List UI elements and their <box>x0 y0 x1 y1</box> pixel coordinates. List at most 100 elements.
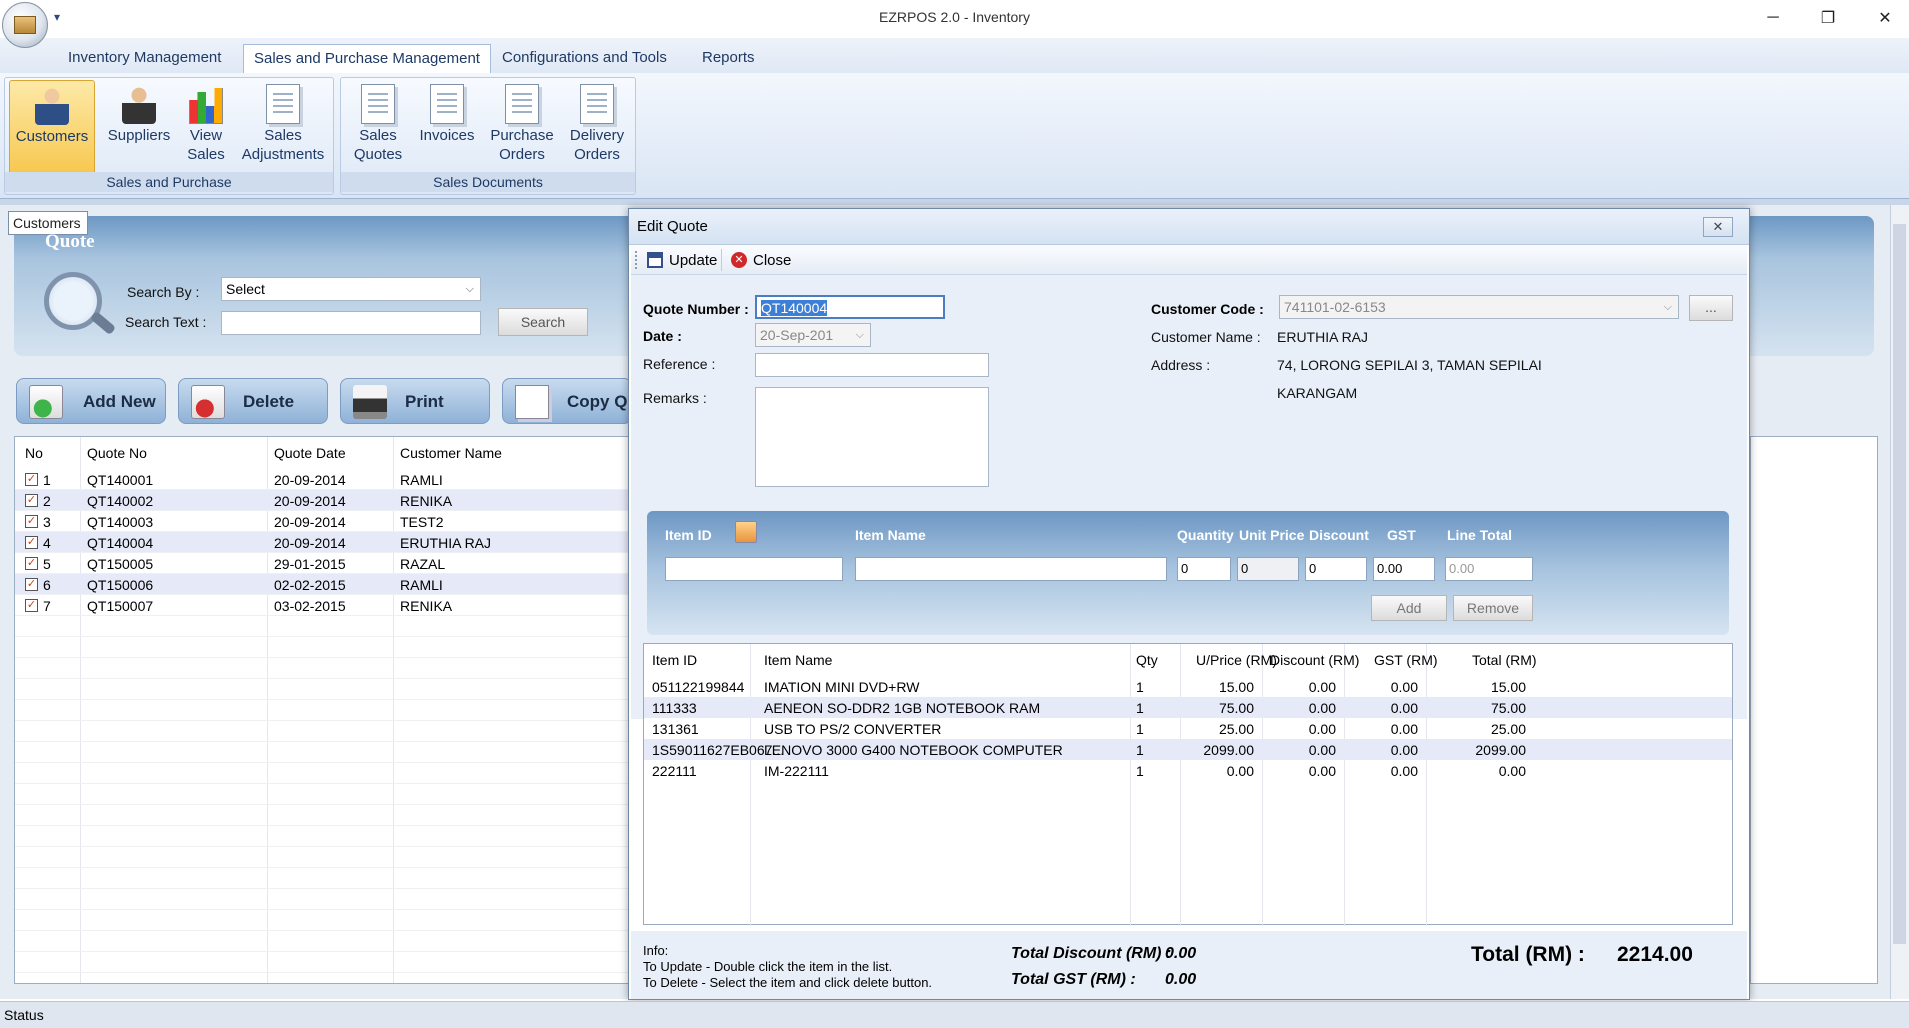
table-row[interactable]: ✓ 5 QT150005 29-01-2015 RAZAL <box>15 553 629 574</box>
delete-button[interactable]: Delete <box>178 378 328 424</box>
item-entry-panel: Item ID Item Name Quantity Unit Price Di… <box>647 511 1729 635</box>
item-row[interactable]: 111333 AENEON SO-DDR2 1GB NOTEBOOK RAM 1 75… <box>644 697 1732 718</box>
remove-item-button[interactable]: Remove <box>1453 595 1533 621</box>
row-checkbox[interactable]: ✓ <box>25 536 38 549</box>
header-total[interactable]: Total (RM) <box>1472 652 1537 668</box>
header-gst[interactable]: GST (RM) <box>1374 652 1438 668</box>
dialog-close-icon[interactable]: ✕ <box>1703 217 1733 237</box>
header-no[interactable]: No <box>25 445 43 461</box>
qty-cell: 1 <box>1136 721 1144 737</box>
row-checkbox[interactable]: ✓ <box>25 557 38 570</box>
purchase-orders-button[interactable]: Purchase Orders <box>485 80 559 174</box>
quote-number-input[interactable]: QT140004 <box>755 295 945 319</box>
item-row[interactable]: 051122199844 IMATION MINI DVD+RW 1 15.00 0.0… <box>644 676 1732 697</box>
header-item-id[interactable]: Item ID <box>652 652 697 668</box>
table-row[interactable]: ✓ 6 QT150006 02-02-2015 RAMLI <box>15 574 629 595</box>
item-row[interactable]: 131361 USB TO PS/2 CONVERTER 1 25.00 0.00 0.0… <box>644 718 1732 739</box>
header-unit-price[interactable]: U/Price (RM) <box>1196 652 1277 668</box>
qty-cell: 1 <box>1136 679 1144 695</box>
window-title: EZRPOS 2.0 - Inventory <box>879 9 1030 25</box>
total-gst-label: Total GST (RM) : <box>1011 971 1136 988</box>
header-customer-name[interactable]: Customer Name <box>400 445 502 461</box>
edit-quote-dialog: Edit Quote ✕ Update ✕ Close Quote Number… <box>628 208 1750 1000</box>
tab-sales-and-purchase-management[interactable]: Sales and Purchase Management <box>243 44 491 74</box>
gst-cell: 0.00 <box>1390 700 1418 716</box>
tab-inventory-management[interactable]: Inventory Management <box>58 44 231 74</box>
add-item-button[interactable]: Add <box>1371 595 1447 621</box>
row-checkbox[interactable]: ✓ <box>25 473 38 486</box>
row-no: 5 <box>43 556 51 572</box>
browse-customer-button[interactable]: ... <box>1689 295 1733 321</box>
table-row[interactable]: ✓ 2 QT140002 20-09-2014 RENIKA <box>15 490 629 511</box>
gst-input[interactable]: 0.00 <box>1373 557 1435 581</box>
close-button[interactable]: ✕ Close <box>731 249 791 271</box>
invoices-button[interactable]: Invoices <box>413 80 481 174</box>
header-quote-no[interactable]: Quote No <box>87 445 147 461</box>
suppliers-button[interactable]: Suppliers <box>101 80 177 174</box>
search-text-input[interactable] <box>221 311 481 335</box>
total-cell: 0.00 <box>1498 763 1526 779</box>
chevron-down-icon: ⌵ <box>465 283 474 295</box>
printer-icon <box>353 385 387 419</box>
restore-button[interactable]: ❐ <box>1805 0 1851 36</box>
remarks-textarea[interactable] <box>755 387 989 487</box>
add-new-button[interactable]: Add New <box>16 378 166 424</box>
print-button[interactable]: Print <box>340 378 490 424</box>
quantity-input[interactable]: 0 <box>1177 557 1231 581</box>
item-lookup-icon[interactable] <box>735 521 757 543</box>
row-quote-no: QT150007 <box>87 598 154 614</box>
copy-quote-button[interactable]: Copy Qu <box>502 378 632 424</box>
save-disk-icon <box>647 252 663 268</box>
header-item-name[interactable]: Item Name <box>764 652 832 668</box>
row-quote-date: 03-02-2015 <box>274 598 346 614</box>
scrollbar-thumb[interactable] <box>1893 224 1906 944</box>
quote-items-list[interactable]: Item ID Item Name Qty U/Price (RM) Disco… <box>643 643 1733 926</box>
customers-button[interactable]: Customers <box>9 80 95 174</box>
close-window-button[interactable]: ✕ <box>1862 0 1908 36</box>
item-id-input[interactable] <box>665 557 843 581</box>
quote-list[interactable]: No Quote No Quote Date Customer Name ✓ 1 Q… <box>14 436 630 984</box>
reference-input[interactable] <box>755 353 989 377</box>
delivery-orders-button[interactable]: Delivery Orders <box>561 80 633 174</box>
row-checkbox[interactable]: ✓ <box>25 515 38 528</box>
header-quote-date[interactable]: Quote Date <box>274 445 346 461</box>
app-menu-button[interactable] <box>2 2 48 48</box>
search-by-select[interactable]: Select ⌵ <box>221 277 481 301</box>
item-name-cell: LENOVO 3000 G400 NOTEBOOK COMPUTER <box>764 742 1063 758</box>
row-customer-name: RENIKA <box>400 598 453 614</box>
adjustments-document-icon <box>266 84 300 124</box>
gst-cell: 0.00 <box>1390 721 1418 737</box>
tab-configurations-and-tools[interactable]: Configurations and Tools <box>492 44 677 74</box>
unit-price-label: Unit Price <box>1239 527 1305 543</box>
table-row[interactable]: ✓ 7 QT150007 03-02-2015 RENIKA <box>15 595 629 616</box>
customer-code-select[interactable]: 741101-02-6153 ⌵ <box>1279 295 1679 319</box>
item-row[interactable]: 1S59011627EB067... LENOVO 3000 G400 NOTEB… <box>644 739 1732 760</box>
copy-icon <box>515 385 549 419</box>
minimize-button[interactable]: ─ <box>1750 0 1796 36</box>
item-row[interactable]: 222111 IM-222111 1 0.00 0.00 0.00 0.00 <box>644 760 1732 781</box>
row-customer-name: TEST2 <box>400 514 444 530</box>
row-checkbox[interactable]: ✓ <box>25 494 38 507</box>
table-row[interactable]: ✓ 3 QT140003 20-09-2014 TEST2 <box>15 511 629 532</box>
view-sales-button[interactable]: View Sales <box>177 80 235 174</box>
table-row[interactable]: ✓ 1 QT140001 20-09-2014 RAMLI <box>15 469 629 490</box>
discount-cell: 0.00 <box>1308 763 1336 779</box>
discount-input[interactable]: 0 <box>1305 557 1367 581</box>
table-row[interactable]: ✓ 4 QT140004 20-09-2014 ERUTHIA RAJ <box>15 532 629 553</box>
update-button[interactable]: Update <box>647 249 717 271</box>
date-picker[interactable]: 20-Sep-201 ⌵ <box>755 323 871 347</box>
search-button[interactable]: Search <box>498 308 588 336</box>
item-name-input[interactable] <box>855 557 1167 581</box>
sales-quotes-button[interactable]: Sales Quotes <box>345 80 411 174</box>
row-quote-no: QT140003 <box>87 514 154 530</box>
dialog-title-bar: Edit Quote ✕ <box>629 209 1749 245</box>
header-qty[interactable]: Qty <box>1136 652 1158 668</box>
sales-adjustments-button[interactable]: Sales Adjustments <box>233 80 333 174</box>
customers-icon <box>35 85 69 125</box>
delivery-order-icon <box>580 84 614 124</box>
header-discount[interactable]: Discount (RM) <box>1270 652 1359 668</box>
tab-reports[interactable]: Reports <box>692 44 765 74</box>
row-checkbox[interactable]: ✓ <box>25 578 38 591</box>
unit-price-input[interactable]: 0 <box>1237 557 1299 581</box>
row-checkbox[interactable]: ✓ <box>25 599 38 612</box>
